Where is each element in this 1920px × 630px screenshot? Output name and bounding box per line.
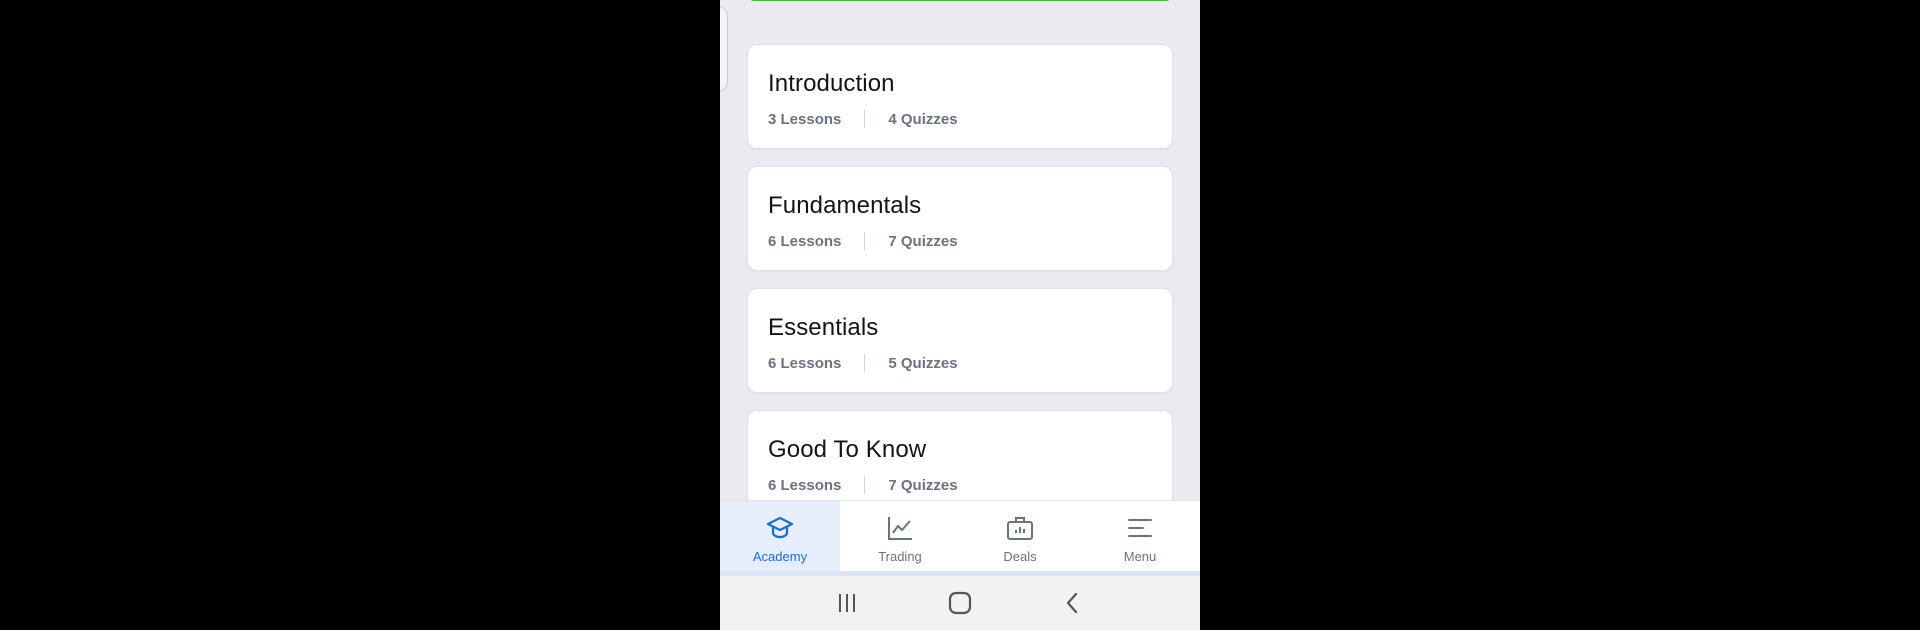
bottom-tab-bar: Academy Trading Deals Menu <box>720 500 1200 577</box>
course-card-fundamentals[interactable]: Fundamentals 6 Lessons 7 Quizzes <box>747 166 1173 271</box>
side-drawer-handle[interactable] <box>720 6 728 92</box>
recent-apps-icon <box>838 594 855 612</box>
lessons-count: 6 Lessons <box>768 354 842 372</box>
back-button[interactable] <box>1056 586 1090 620</box>
lessons-count: 3 Lessons <box>768 110 842 128</box>
meta-divider <box>864 232 866 250</box>
course-card-essentials[interactable]: Essentials 6 Lessons 5 Quizzes <box>747 288 1173 393</box>
quizzes-count: 4 Quizzes <box>888 110 958 128</box>
back-icon <box>1067 592 1078 614</box>
course-title: Fundamentals <box>768 192 922 219</box>
tab-deals[interactable]: Deals <box>960 501 1080 577</box>
lessons-count: 6 Lessons <box>768 232 842 250</box>
meta-divider <box>864 354 866 372</box>
tab-academy[interactable]: Academy <box>720 501 840 577</box>
progress-bar <box>748 0 1172 1</box>
home-icon <box>948 591 972 615</box>
course-title: Essentials <box>768 314 879 341</box>
quizzes-count: 5 Quizzes <box>888 354 958 372</box>
home-button[interactable] <box>943 586 977 620</box>
meta-divider <box>864 476 866 494</box>
course-title: Good To Know <box>768 436 927 463</box>
lessons-count: 6 Lessons <box>768 476 842 494</box>
course-card-introduction[interactable]: Introduction 3 Lessons 4 Quizzes <box>747 44 1173 149</box>
line-chart-icon <box>888 517 912 540</box>
briefcase-icon <box>1007 517 1033 540</box>
tab-label: Trading <box>878 549 922 564</box>
tab-label: Deals <box>1003 549 1037 564</box>
quizzes-count: 7 Quizzes <box>888 232 958 250</box>
tab-label: Academy <box>752 549 808 564</box>
tab-menu[interactable]: Menu <box>1080 501 1200 577</box>
course-title: Introduction <box>768 70 895 97</box>
tab-trading[interactable]: Trading <box>840 501 960 577</box>
recent-apps-button[interactable] <box>830 586 864 620</box>
graduation-cap-icon <box>766 516 794 539</box>
course-meta: 3 Lessons 4 Quizzes <box>768 110 958 128</box>
quizzes-count: 7 Quizzes <box>888 476 958 494</box>
menu-lines-icon <box>1128 519 1152 537</box>
system-navigation-bar <box>720 576 1200 630</box>
meta-divider <box>864 110 866 128</box>
course-meta: 6 Lessons 7 Quizzes <box>768 476 958 494</box>
course-meta: 6 Lessons 5 Quizzes <box>768 354 958 372</box>
tab-label: Menu <box>1123 549 1157 564</box>
app-screen: Introduction 3 Lessons 4 Quizzes Fundame… <box>720 0 1200 630</box>
course-meta: 6 Lessons 7 Quizzes <box>768 232 958 250</box>
